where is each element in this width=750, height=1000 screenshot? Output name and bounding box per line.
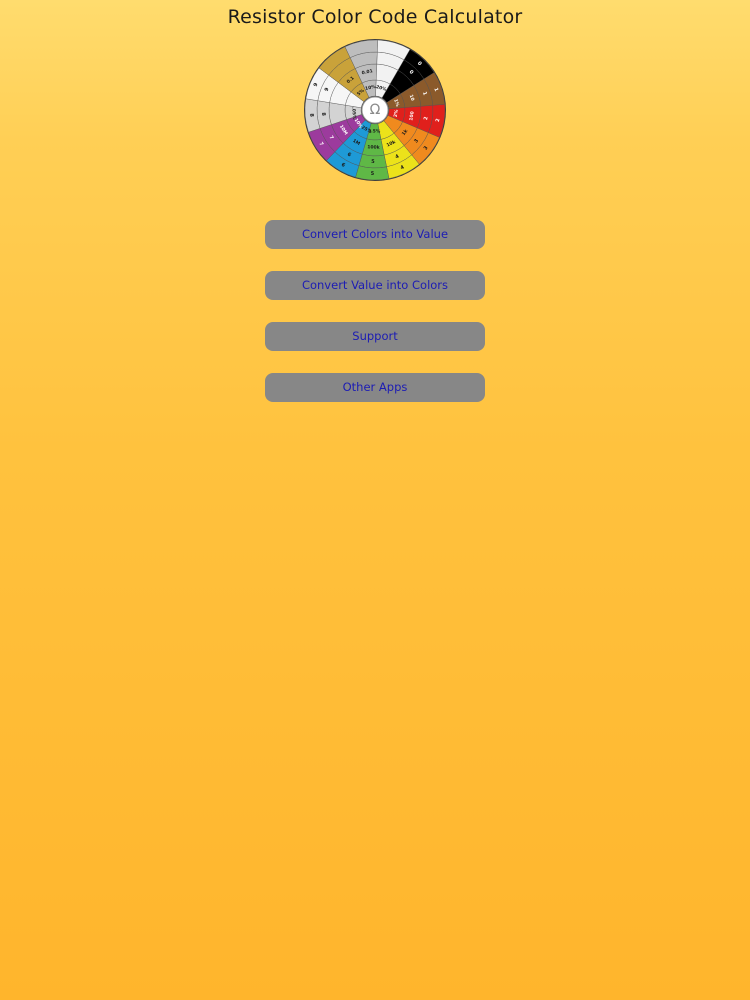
page-title: Resistor Color Code Calculator [227, 6, 523, 28]
other-apps-button[interactable]: Other Apps [265, 373, 485, 402]
convert-value-into-colors-button[interactable]: Convert Value into Colors [265, 271, 485, 300]
support-button[interactable]: Support [265, 322, 485, 351]
main-menu: Convert Colors into Value Convert Value … [265, 220, 485, 424]
convert-colors-into-value-button[interactable]: Convert Colors into Value [265, 220, 485, 249]
resistor-color-wheel[interactable]: 0 0 1% 10 1 1 2% 100 2 2 1k 3 3 10k 4 4 0.5% 100k 5 5 0.25% 1… [303, 38, 447, 182]
ohm-icon: Ω [370, 102, 381, 118]
wheel-label-multiplier: 100k [367, 144, 381, 151]
color-wheel-graphic[interactable]: 001%10112% 100 2 21k3310k440.5%100k550.25%1… [303, 38, 447, 182]
